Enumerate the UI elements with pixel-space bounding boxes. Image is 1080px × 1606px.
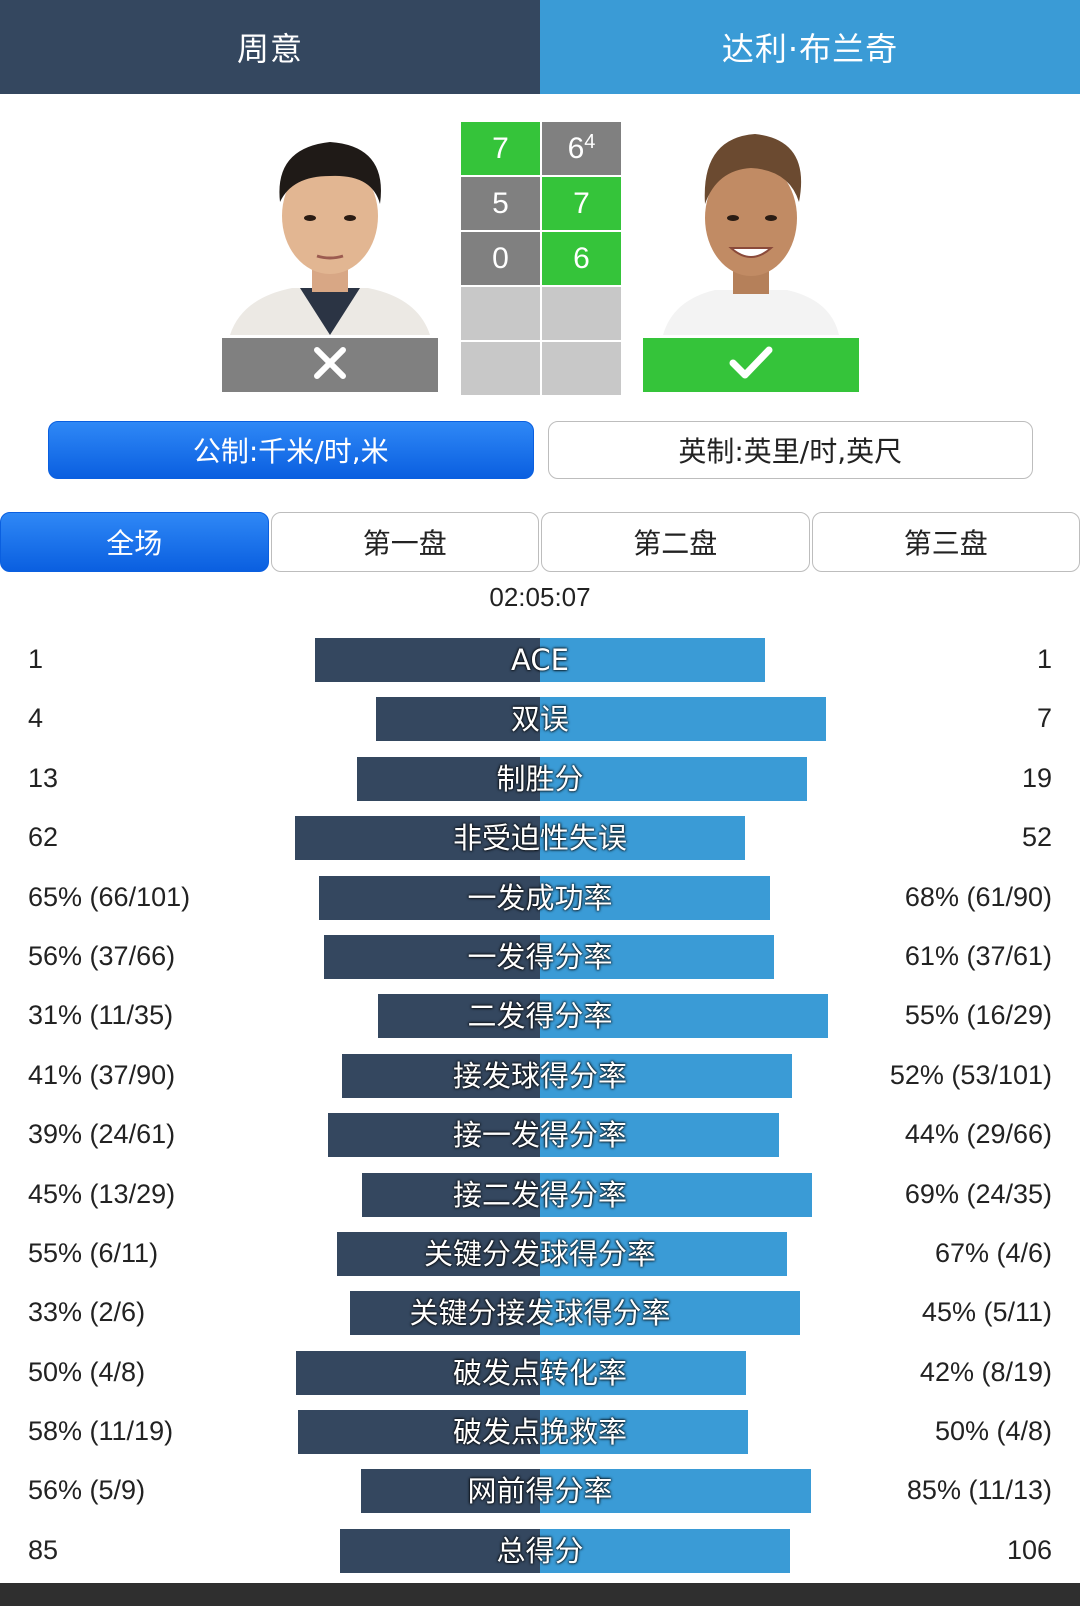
stat-row: 45% (13/29) 69% (24/35) 接二发得分率 [0, 1171, 1080, 1230]
tab-set-2[interactable]: 第二盘 [541, 512, 810, 572]
stat-label: 破发点转化率 [452, 1355, 627, 1390]
metric-units-button[interactable]: 公制:千米/时,米 [48, 421, 534, 479]
stat-row: 33% (2/6) 45% (5/11) 关键分接发球得分率 [0, 1289, 1080, 1348]
stat-row: 65% (66/101) 68% (61/90) 一发成功率 [0, 874, 1080, 933]
stat-label: 一发得分率 [467, 939, 613, 974]
set1-left-score: 7 [461, 122, 540, 175]
set2-left-score: 5 [461, 177, 540, 230]
stat-row: 55% (6/11) 67% (4/6) 关键分发球得分率 [0, 1230, 1080, 1289]
stat-row: 13 19 制胜分 [0, 755, 1080, 814]
player-right-win-badge [643, 338, 859, 392]
unit-toggle: 公制:千米/时,米 英制:英里/时,英尺 [48, 421, 1033, 479]
stat-label: 总得分 [496, 1533, 584, 1568]
stat-row: 58% (11/19) 50% (4/8) 破发点挽救率 [0, 1408, 1080, 1467]
stat-label: 非受迫性失误 [452, 821, 627, 856]
player-left-loss-badge [222, 338, 438, 392]
check-icon [729, 345, 773, 385]
stat-row: 85 106 总得分 [0, 1527, 1080, 1586]
stat-label: 接发球得分率 [452, 1058, 627, 1093]
stats-list: 1 1 ACE 4 7 双误 13 19 制胜分 62 52 非受迫性失误 65% (66/101) 68… [0, 636, 1080, 1586]
stat-row: 56% (37/66) 61% (37/61) 一发得分率 [0, 933, 1080, 992]
set3-right-score: 6 [542, 232, 621, 285]
stat-label: 接一发得分率 [452, 1118, 627, 1153]
bottom-bar [0, 1583, 1080, 1606]
player-left-name: 周意 [0, 0, 540, 94]
stat-row: 31% (11/35) 55% (16/29) 二发得分率 [0, 992, 1080, 1051]
stat-row: 1 1 ACE [0, 636, 1080, 695]
stat-row: 62 52 非受迫性失误 [0, 814, 1080, 873]
close-icon [312, 345, 348, 385]
stat-label: 关键分接发球得分率 [409, 1296, 671, 1331]
player-right-avatar [643, 120, 859, 335]
stat-label: 关键分发球得分率 [423, 1236, 656, 1271]
stat-label: 二发得分率 [467, 999, 613, 1034]
match-duration: 02:05:07 [489, 582, 591, 612]
stat-label: 网前得分率 [467, 1474, 613, 1509]
tab-set-1[interactable]: 第一盘 [270, 512, 539, 572]
set1-right-score: 64 [542, 122, 621, 175]
stat-row: 50% (4/8) 42% (8/19) 破发点转化率 [0, 1349, 1080, 1408]
set-tabs: 全场 第一盘 第二盘 第三盘 [0, 512, 1080, 572]
set-score-grid: 7 64 5 7 0 6 [461, 122, 621, 395]
stat-label: 制胜分 [496, 761, 584, 796]
imperial-units-button[interactable]: 英制:英里/时,英尺 [547, 421, 1033, 479]
tab-set-3[interactable]: 第三盘 [811, 512, 1080, 572]
match-header: 周意 达利·布兰奇 [0, 0, 1080, 94]
set4-right-score [542, 287, 621, 340]
set5-left-score [461, 342, 540, 395]
set1-tiebreak: 4 [584, 131, 596, 153]
stat-row: 56% (5/9) 85% (11/13) 网前得分率 [0, 1467, 1080, 1526]
set2-right-score: 7 [542, 177, 621, 230]
stat-label: 双误 [510, 702, 569, 737]
stat-label: 一发成功率 [467, 880, 613, 915]
stat-label: 接二发得分率 [452, 1177, 627, 1212]
player-left-avatar [222, 120, 438, 335]
set4-left-score [461, 287, 540, 340]
stat-label: ACE [511, 643, 569, 677]
set5-right-score [542, 342, 621, 395]
player-right-name: 达利·布兰奇 [540, 0, 1080, 94]
set3-left-score: 0 [461, 232, 540, 285]
stat-row: 4 7 双误 [0, 695, 1080, 754]
stat-row: 39% (24/61) 44% (29/66) 接一发得分率 [0, 1111, 1080, 1170]
stat-row: 41% (37/90) 52% (53/101) 接发球得分率 [0, 1052, 1080, 1111]
stat-label: 破发点挽救率 [452, 1415, 627, 1450]
tab-match[interactable]: 全场 [0, 512, 269, 572]
